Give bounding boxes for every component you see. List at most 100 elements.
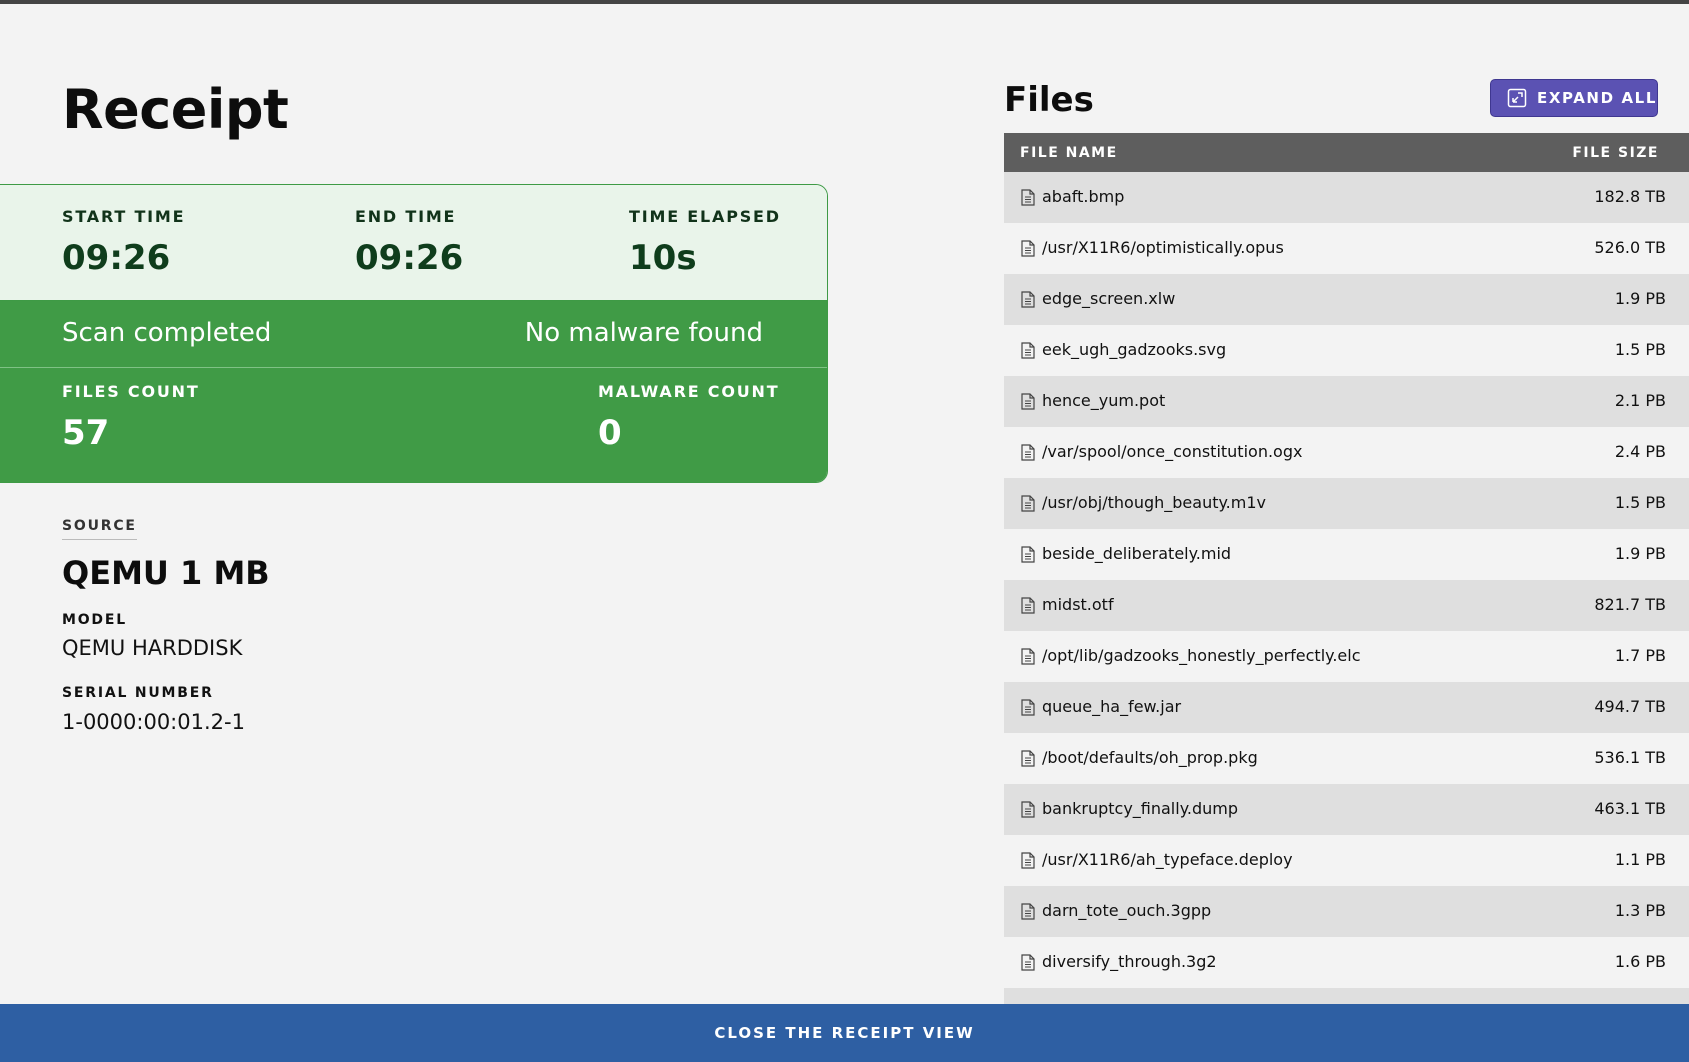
expand-icon: [1507, 88, 1527, 108]
table-row[interactable]: bankruptcy_finally.dump 463.1 TB: [1004, 784, 1689, 835]
file-name: diversify_through.3g2: [1042, 952, 1217, 971]
start-time-block: START TIME 09:26: [62, 207, 185, 278]
table-row[interactable]: beside_deliberately.mid 1.9 PB: [1004, 529, 1689, 580]
file-name: edge_screen.xlw: [1042, 289, 1176, 308]
file-icon: [1021, 648, 1035, 665]
times-row: START TIME 09:26 END TIME 09:26 TIME ELA…: [0, 185, 827, 301]
column-file-name: FILE NAME: [1020, 145, 1118, 161]
file-name: hence_yum.pot: [1042, 391, 1166, 410]
table-row[interactable]: /usr/X11R6/optimistically.opus 526.0 TB: [1004, 223, 1689, 274]
file-icon: [1021, 393, 1035, 410]
model-value: QEMU HARDDISK: [62, 636, 243, 660]
file-name: /opt/lib/gadzooks_honestly_perfectly.elc: [1042, 646, 1361, 665]
file-size: 463.1 TB: [1594, 799, 1666, 818]
model-label: MODEL: [62, 612, 127, 628]
elapsed-label: TIME ELAPSED: [629, 207, 781, 226]
file-icon: [1021, 903, 1035, 920]
table-row[interactable]: /usr/obj/though_beauty.m1v 1.5 PB: [1004, 478, 1689, 529]
file-icon: [1021, 750, 1035, 767]
table-row[interactable]: queue_ha_few.jar 494.7 TB: [1004, 682, 1689, 733]
file-size: 1.9 PB: [1614, 544, 1666, 563]
start-time-value: 09:26: [62, 238, 171, 278]
table-row[interactable]: darn_tote_ouch.3gpp 1.3 PB: [1004, 886, 1689, 937]
file-size: 1.5 PB: [1614, 493, 1666, 512]
file-name: /usr/X11R6/ah_typeface.deploy: [1042, 850, 1293, 869]
table-row[interactable]: /opt/lib/gadzooks_honestly_perfectly.elc…: [1004, 631, 1689, 682]
file-name: /var/spool/once_constitution.ogx: [1042, 442, 1303, 461]
elapsed-block: TIME ELAPSED 10s: [629, 207, 781, 278]
files-title: Files: [1004, 80, 1094, 120]
file-icon: [1021, 597, 1035, 614]
malware-count-value: 0: [598, 413, 622, 453]
close-receipt-button[interactable]: CLOSE THE RECEIPT VIEW: [0, 1004, 1689, 1062]
table-row[interactable]: [1004, 988, 1689, 1004]
elapsed-value: 10s: [629, 238, 697, 278]
file-icon: [1021, 852, 1035, 869]
file-size: 182.8 TB: [1594, 187, 1666, 206]
scan-status-text: Scan completed: [62, 318, 272, 348]
file-icon: [1021, 240, 1035, 257]
files-count-block: FILES COUNT 57: [62, 382, 200, 453]
files-table-header: FILE NAME FILE SIZE: [1004, 133, 1689, 172]
table-row[interactable]: hence_yum.pot 2.1 PB: [1004, 376, 1689, 427]
file-size: 2.1 PB: [1614, 391, 1666, 410]
file-size: 1.9 PB: [1614, 289, 1666, 308]
files-table: FILE NAME FILE SIZE abaft.bmp 182.8 TB/us…: [1004, 133, 1689, 1004]
file-icon: [1021, 444, 1035, 461]
table-row[interactable]: /boot/defaults/oh_prop.pkg 536.1 TB: [1004, 733, 1689, 784]
file-icon: [1021, 495, 1035, 512]
file-icon: [1021, 291, 1035, 308]
file-size: 1.3 PB: [1614, 901, 1666, 920]
file-icon: [1021, 546, 1035, 563]
file-name: /usr/obj/though_beauty.m1v: [1042, 493, 1266, 512]
source-label: SOURCE: [62, 518, 137, 540]
file-size: 1.5 PB: [1614, 340, 1666, 359]
file-size: 2.4 PB: [1614, 442, 1666, 461]
file-icon: [1021, 189, 1035, 206]
file-size: 1.1 PB: [1614, 850, 1666, 869]
file-icon: [1021, 954, 1035, 971]
table-row[interactable]: midst.otf 821.7 TB: [1004, 580, 1689, 631]
file-name: beside_deliberately.mid: [1042, 544, 1232, 563]
file-size: 494.7 TB: [1594, 697, 1666, 716]
files-count-label: FILES COUNT: [62, 382, 200, 401]
end-time-label: END TIME: [355, 207, 457, 226]
file-size: 526.0 TB: [1594, 238, 1666, 257]
source-name: QEMU 1 MB: [62, 554, 270, 592]
file-name: midst.otf: [1042, 595, 1114, 614]
table-row[interactable]: eek_ugh_gadzooks.svg 1.5 PB: [1004, 325, 1689, 376]
table-row[interactable]: diversify_through.3g2 1.6 PB: [1004, 937, 1689, 988]
file-name: eek_ugh_gadzooks.svg: [1042, 340, 1227, 359]
malware-count-label: MALWARE COUNT: [598, 382, 780, 401]
end-time-block: END TIME 09:26: [355, 207, 463, 278]
status-row: Scan completed No malware found: [0, 301, 827, 368]
file-name: queue_ha_few.jar: [1042, 697, 1182, 716]
column-file-size: FILE SIZE: [1572, 145, 1659, 161]
file-size: 1.7 PB: [1614, 646, 1666, 665]
file-size: 821.7 TB: [1594, 595, 1666, 614]
table-row[interactable]: /usr/X11R6/ah_typeface.deploy 1.1 PB: [1004, 835, 1689, 886]
expand-all-button[interactable]: EXPAND ALL: [1490, 79, 1658, 117]
start-time-label: START TIME: [62, 207, 186, 226]
serial-number-value: 1-0000:00:01.2-1: [62, 710, 245, 734]
file-name: /usr/X11R6/optimistically.opus: [1042, 238, 1284, 257]
malware-count-block: MALWARE COUNT 0: [598, 382, 779, 453]
table-row[interactable]: /var/spool/once_constitution.ogx 2.4 PB: [1004, 427, 1689, 478]
file-size: 1.6 PB: [1614, 952, 1666, 971]
top-border: [0, 0, 1689, 4]
serial-number-label: SERIAL NUMBER: [62, 685, 214, 701]
table-row[interactable]: edge_screen.xlw 1.9 PB: [1004, 274, 1689, 325]
scan-summary-card: START TIME 09:26 END TIME 09:26 TIME ELA…: [0, 184, 828, 483]
file-size: 536.1 TB: [1594, 748, 1666, 767]
files-table-body: abaft.bmp 182.8 TB/usr/X11R6/optimistical…: [1004, 172, 1689, 1004]
file-name: abaft.bmp: [1042, 187, 1125, 206]
file-icon: [1021, 342, 1035, 359]
file-icon: [1021, 801, 1035, 818]
counts-row: FILES COUNT 57 MALWARE COUNT 0: [0, 368, 827, 482]
file-name: /boot/defaults/oh_prop.pkg: [1042, 748, 1258, 767]
file-icon: [1021, 699, 1035, 716]
file-name: darn_tote_ouch.3gpp: [1042, 901, 1212, 920]
page-title: Receipt: [62, 78, 289, 141]
table-row[interactable]: abaft.bmp 182.8 TB: [1004, 172, 1689, 223]
end-time-value: 09:26: [355, 238, 464, 278]
